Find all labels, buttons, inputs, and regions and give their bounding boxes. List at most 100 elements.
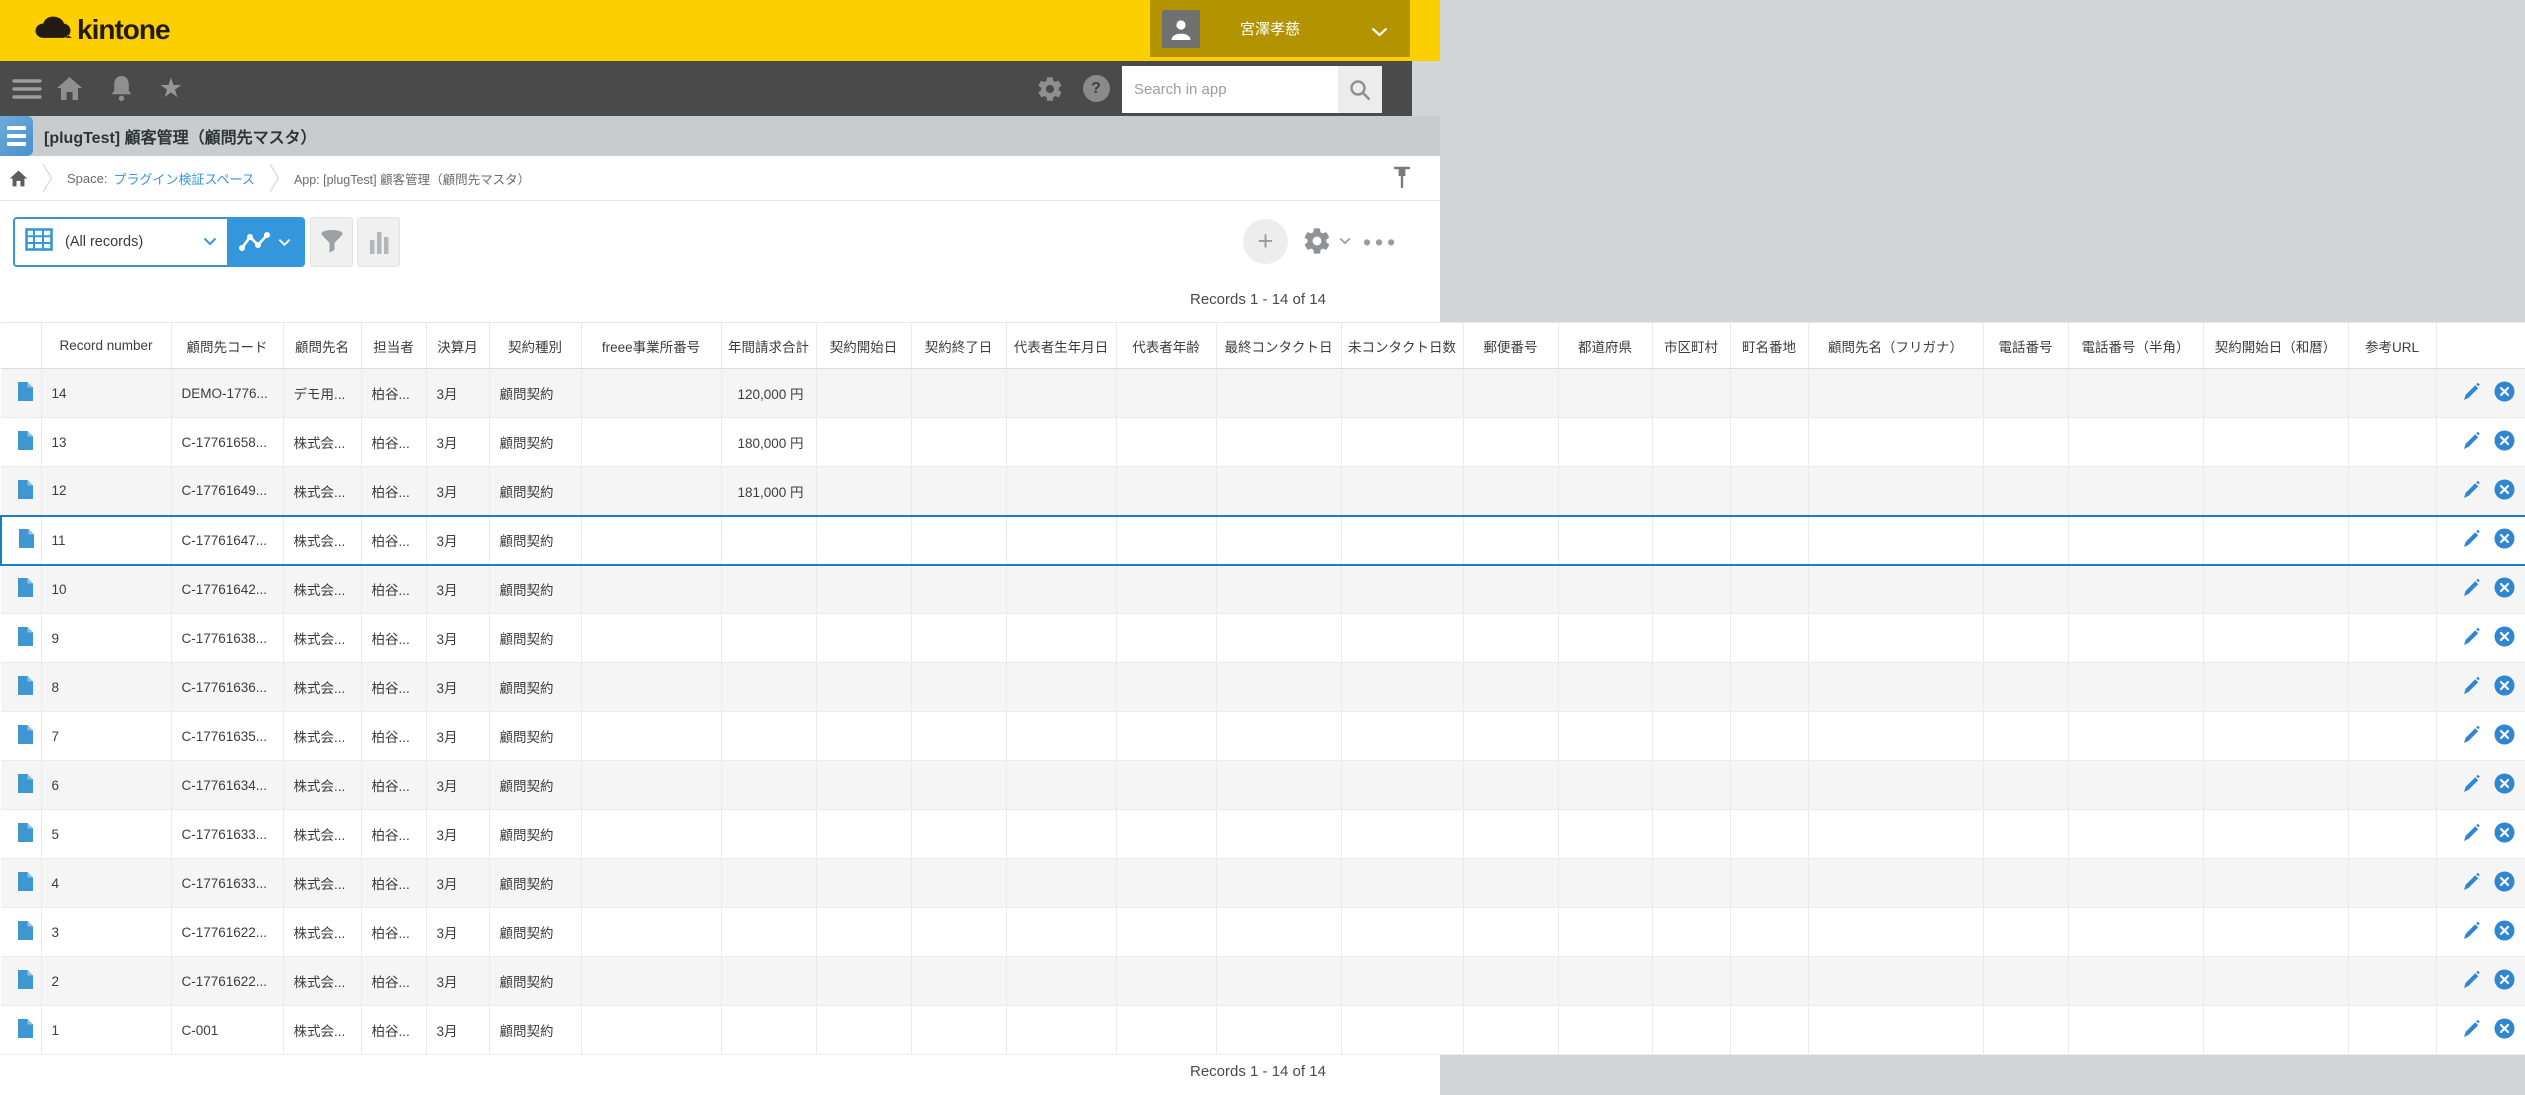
cell-contract_type: 顧問契約 (489, 712, 581, 761)
column-header-rep[interactable]: 担当者 (361, 323, 426, 369)
delete-record-button[interactable] (2494, 822, 2515, 846)
search-button[interactable] (1338, 66, 1382, 113)
cell-city (1652, 908, 1730, 957)
delete-record-button[interactable] (2494, 626, 2515, 650)
add-record-button[interactable]: + (1243, 219, 1288, 264)
record-link-icon-cell[interactable] (1, 614, 41, 663)
delete-x-icon (2494, 969, 2515, 990)
edit-record-button[interactable] (2461, 970, 2480, 992)
notifications-bell-icon[interactable] (104, 61, 138, 116)
filter-button[interactable] (310, 217, 353, 267)
column-header-reference_url[interactable]: 参考URL (2348, 323, 2436, 369)
edit-record-button[interactable] (2461, 1019, 2480, 1041)
view-dropdown[interactable]: (All records) (15, 219, 227, 265)
record-link-icon-cell[interactable] (1, 565, 41, 614)
favorites-star-icon[interactable]: ★ (152, 61, 190, 116)
column-header-name[interactable]: 顧問先名 (283, 323, 361, 369)
record-link-icon-cell[interactable] (1, 712, 41, 761)
pin-icon[interactable] (1392, 165, 1412, 196)
record-link-icon-cell[interactable] (1, 761, 41, 810)
cell-address (1730, 810, 1808, 859)
breadcrumb-home-icon[interactable] (9, 169, 28, 188)
column-header-freee_office_no[interactable]: freee事業所番号 (581, 323, 721, 369)
chart-view-toggle[interactable] (227, 219, 303, 265)
record-link-icon-cell[interactable] (1, 467, 41, 516)
column-header-phone[interactable]: 電話番号 (1983, 323, 2068, 369)
edit-record-button[interactable] (2461, 676, 2480, 698)
more-options-button[interactable]: ••• (1363, 229, 1399, 256)
record-link-icon-cell[interactable] (1, 859, 41, 908)
column-header-fiscal_month[interactable]: 決算月 (426, 323, 489, 369)
delete-record-button[interactable] (2494, 528, 2515, 552)
cell-freee_office_no (581, 516, 721, 565)
cell-phone (1983, 1006, 2068, 1055)
column-header-address[interactable]: 町名番地 (1730, 323, 1808, 369)
delete-record-button[interactable] (2494, 724, 2515, 748)
cell-postal_code (1463, 369, 1558, 418)
edit-record-button[interactable] (2461, 725, 2480, 747)
chart-button[interactable] (357, 217, 400, 267)
column-header-last_contact_date[interactable]: 最終コンタクト日 (1216, 323, 1341, 369)
delete-record-button[interactable] (2494, 675, 2515, 699)
help-icon[interactable]: ? (1078, 61, 1114, 116)
column-header-record_number[interactable]: Record number (41, 323, 171, 369)
column-header-phone_hankaku[interactable]: 電話番号（半角） (2068, 323, 2203, 369)
edit-record-button[interactable] (2461, 529, 2480, 551)
edit-record-button[interactable] (2461, 431, 2480, 453)
delete-record-button[interactable] (2494, 969, 2515, 993)
column-header-city[interactable]: 市区町村 (1652, 323, 1730, 369)
record-link-icon-cell[interactable] (1, 369, 41, 418)
app-settings-button[interactable] (1302, 226, 1351, 256)
cell-freee_office_no (581, 467, 721, 516)
delete-record-button[interactable] (2494, 577, 2515, 601)
record-link-icon-cell[interactable] (1, 1006, 41, 1055)
edit-record-button[interactable] (2461, 578, 2480, 600)
delete-record-button[interactable] (2494, 1018, 2515, 1042)
user-menu[interactable]: 宮澤孝慈 (1150, 0, 1410, 57)
column-header-days_since_contact[interactable]: 未コンタクト日数 (1341, 323, 1463, 369)
delete-record-button[interactable] (2494, 430, 2515, 454)
edit-record-button[interactable] (2461, 480, 2480, 502)
space-link[interactable]: プラグイン検証スペース (113, 169, 254, 188)
column-header-contract_end[interactable]: 契約終了日 (911, 323, 1006, 369)
edit-record-button[interactable] (2461, 382, 2480, 404)
column-header-code[interactable]: 顧問先コード (171, 323, 283, 369)
column-header-annual_billing_total[interactable]: 年間請求合計 (721, 323, 816, 369)
edit-record-button[interactable] (2461, 627, 2480, 649)
delete-record-button[interactable] (2494, 381, 2515, 405)
delete-record-button[interactable] (2494, 479, 2515, 503)
cloud-icon (34, 15, 72, 46)
column-header-select (1, 323, 41, 369)
record-link-icon-cell[interactable] (1, 663, 41, 712)
home-icon[interactable] (52, 61, 86, 116)
column-header-contract_start_wareki[interactable]: 契約開始日（和暦） (2203, 323, 2348, 369)
records-count-top: Records 1 - 14 of 14 (1190, 291, 1326, 308)
column-header-prefecture[interactable]: 都道府県 (1558, 323, 1652, 369)
column-header-contract_start[interactable]: 契約開始日 (816, 323, 911, 369)
column-header-name_furigana[interactable]: 顧問先名（フリガナ） (1808, 323, 1983, 369)
record-link-icon-cell[interactable] (1, 810, 41, 859)
edit-record-button[interactable] (2461, 921, 2480, 943)
edit-record-button[interactable] (2461, 774, 2480, 796)
column-header-contract_type[interactable]: 契約種別 (489, 323, 581, 369)
record-link-icon-cell[interactable] (1, 957, 41, 1006)
edit-record-button[interactable] (2461, 872, 2480, 894)
app-list-icon[interactable] (0, 116, 33, 156)
record-link-icon-cell[interactable] (1, 418, 41, 467)
delete-record-button[interactable] (2494, 773, 2515, 797)
delete-record-button[interactable] (2494, 920, 2515, 944)
cell-annual_billing_total (721, 516, 816, 565)
column-header-rep_birthday[interactable]: 代表者生年月日 (1006, 323, 1116, 369)
settings-gear-icon[interactable] (1032, 61, 1068, 116)
search-input[interactable] (1122, 66, 1338, 113)
kintone-logo[interactable]: kintone (34, 14, 170, 46)
column-header-rep_age[interactable]: 代表者年齢 (1116, 323, 1216, 369)
record-link-icon-cell[interactable] (1, 516, 41, 565)
record-link-icon-cell[interactable] (1, 908, 41, 957)
hamburger-menu-icon[interactable] (8, 61, 46, 116)
cell-rep_age (1116, 663, 1216, 712)
delete-record-button[interactable] (2494, 871, 2515, 895)
edit-record-button[interactable] (2461, 823, 2480, 845)
column-header-postal_code[interactable]: 郵便番号 (1463, 323, 1558, 369)
cell-last_contact_date (1216, 859, 1341, 908)
